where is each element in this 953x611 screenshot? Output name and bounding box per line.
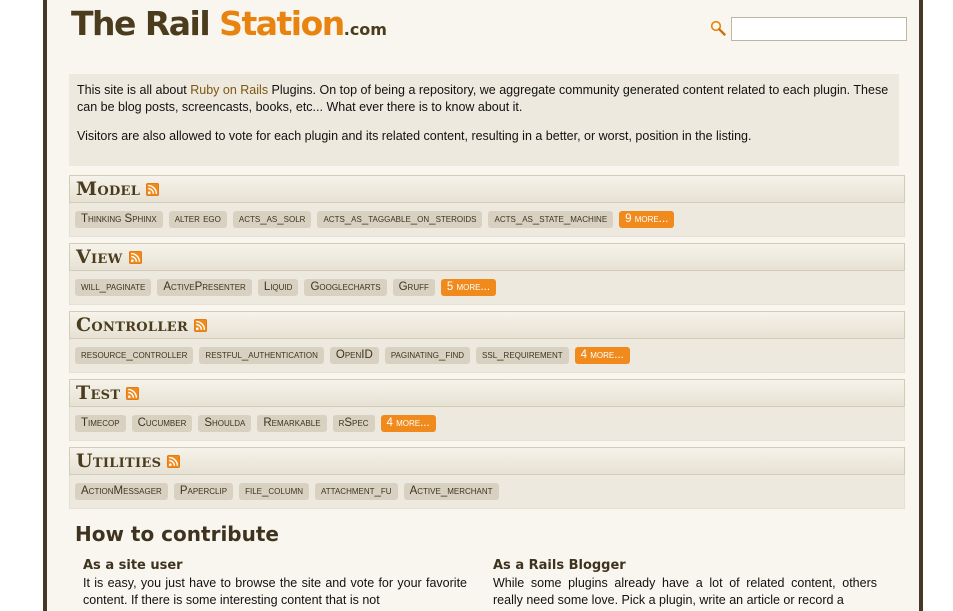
category-view: View will_paginate ActivePresenter Liquid Go… — [69, 243, 905, 311]
category-header: Utilities — [69, 447, 905, 475]
plugin-tag[interactable]: attachment_fu — [315, 483, 398, 500]
rss-icon[interactable] — [126, 386, 140, 400]
category-model: Model Thinking Sphinx alter ego acts_as_sol… — [69, 175, 905, 243]
more-plugins-button[interactable]: 4 more... — [380, 415, 436, 432]
plugin-tag[interactable]: rSpec — [332, 415, 375, 432]
category-title[interactable]: Utilities — [76, 450, 161, 472]
plugin-tag[interactable]: Cucumber — [131, 415, 193, 432]
search-icon[interactable] — [710, 20, 726, 36]
plugin-tag[interactable]: ssl_requirement — [476, 347, 569, 364]
more-plugins-button[interactable]: 5 more... — [440, 279, 497, 296]
plugin-tag[interactable]: ActivePresenter — [157, 279, 252, 296]
logo-part-1: The Rail — [71, 4, 220, 43]
logo-part-2: Station — [219, 4, 345, 43]
plugin-tag[interactable]: file_column — [239, 483, 310, 500]
plugin-tag[interactable]: will_paginate — [75, 279, 152, 296]
plugin-tag[interactable]: acts_as_taggable_on_steroids — [317, 211, 483, 228]
category-title[interactable]: Test — [76, 382, 120, 404]
category-title[interactable]: View — [76, 246, 123, 268]
blogger-column: As a Rails Blogger While some plugins al… — [493, 557, 877, 609]
category-title[interactable]: Model — [76, 178, 140, 200]
category-plugins: Timecop Cucumber Shoulda Remarkable rSpec 4 m… — [69, 407, 905, 441]
category-header: View — [69, 243, 905, 271]
blogger-text: While some plugins already have a lot of… — [493, 576, 877, 607]
category-plugins: resource_controller restful_authenticatio… — [69, 339, 905, 373]
plugin-tag[interactable]: Gruff — [392, 279, 435, 296]
plugin-tag[interactable]: ActionMessager — [75, 483, 168, 500]
intro-box: This site is all about Ruby on Rails Plu… — [69, 74, 899, 166]
category-plugins: ActionMessager Paperclip file_column attach… — [69, 475, 905, 509]
site-user-column: As a site user It is easy, you just have… — [83, 557, 467, 609]
category-header: Model — [69, 175, 905, 203]
site-logo[interactable]: The Rail Station.com — [71, 4, 387, 43]
rss-icon[interactable] — [128, 250, 142, 264]
site-user-text: It is easy, you just have to browse the … — [83, 576, 467, 607]
page-frame: The Rail Station.com This site is all ab… — [43, 0, 923, 611]
rss-icon[interactable] — [146, 182, 160, 196]
search-input[interactable] — [731, 17, 907, 41]
plugin-tag[interactable]: Liquid — [257, 279, 299, 296]
plugin-tag[interactable]: Active_merchant — [403, 483, 499, 500]
intro-paragraph-2: Visitors are also allowed to vote for ea… — [77, 129, 752, 143]
intro-text: This site is all about — [77, 83, 191, 97]
plugin-tag[interactable]: alter ego — [168, 211, 227, 228]
site-user-heading: As a site user — [83, 558, 183, 573]
category-header: Test — [69, 379, 905, 407]
logo-part-3: .com — [343, 20, 387, 39]
plugin-tag[interactable]: Thinking Sphinx — [75, 211, 163, 228]
ruby-on-rails-link[interactable]: Ruby on Rails — [190, 83, 268, 97]
plugin-tag[interactable]: resource_controller — [75, 347, 194, 364]
more-plugins-button[interactable]: 4 more... — [574, 347, 630, 364]
rss-icon[interactable] — [167, 454, 181, 468]
plugin-tag[interactable]: acts_as_state_machine — [488, 211, 614, 228]
plugin-tag[interactable]: Remarkable — [257, 415, 327, 432]
blogger-heading: As a Rails Blogger — [493, 558, 626, 573]
plugin-tag[interactable]: OpenID — [329, 347, 379, 364]
contribute-heading: How to contribute — [75, 522, 279, 546]
plugin-tag[interactable]: acts_as_solr — [232, 211, 312, 228]
plugin-tag[interactable]: Googlecharts — [304, 279, 387, 296]
category-plugins: will_paginate ActivePresenter Liquid Google… — [69, 271, 905, 305]
plugin-tag[interactable]: restful_authentication — [199, 347, 324, 364]
category-controller: Controller resource_controller restful_aut… — [69, 311, 905, 379]
intro-paragraph-1: This site is all about Ruby on Rails Plu… — [77, 82, 893, 116]
plugin-tag[interactable]: Shoulda — [198, 415, 252, 432]
category-list: Model Thinking Sphinx alter ego acts_as_sol… — [69, 175, 905, 515]
category-plugins: Thinking Sphinx alter ego acts_as_solr acts… — [69, 203, 905, 237]
category-header: Controller — [69, 311, 905, 339]
plugin-tag[interactable]: Paperclip — [173, 483, 234, 500]
plugin-tag[interactable]: paginating_find — [384, 347, 471, 364]
plugin-tag[interactable]: Timecop — [75, 415, 126, 432]
page: The Rail Station.com This site is all ab… — [47, 0, 919, 611]
category-test: Test Timecop Cucumber Shoulda Remarkable rSpe… — [69, 379, 905, 447]
category-utilities: Utilities ActionMessager Paperclip file_col… — [69, 447, 905, 515]
rss-icon[interactable] — [194, 318, 208, 332]
more-plugins-button[interactable]: 9 more... — [619, 211, 675, 228]
category-title[interactable]: Controller — [76, 314, 188, 336]
